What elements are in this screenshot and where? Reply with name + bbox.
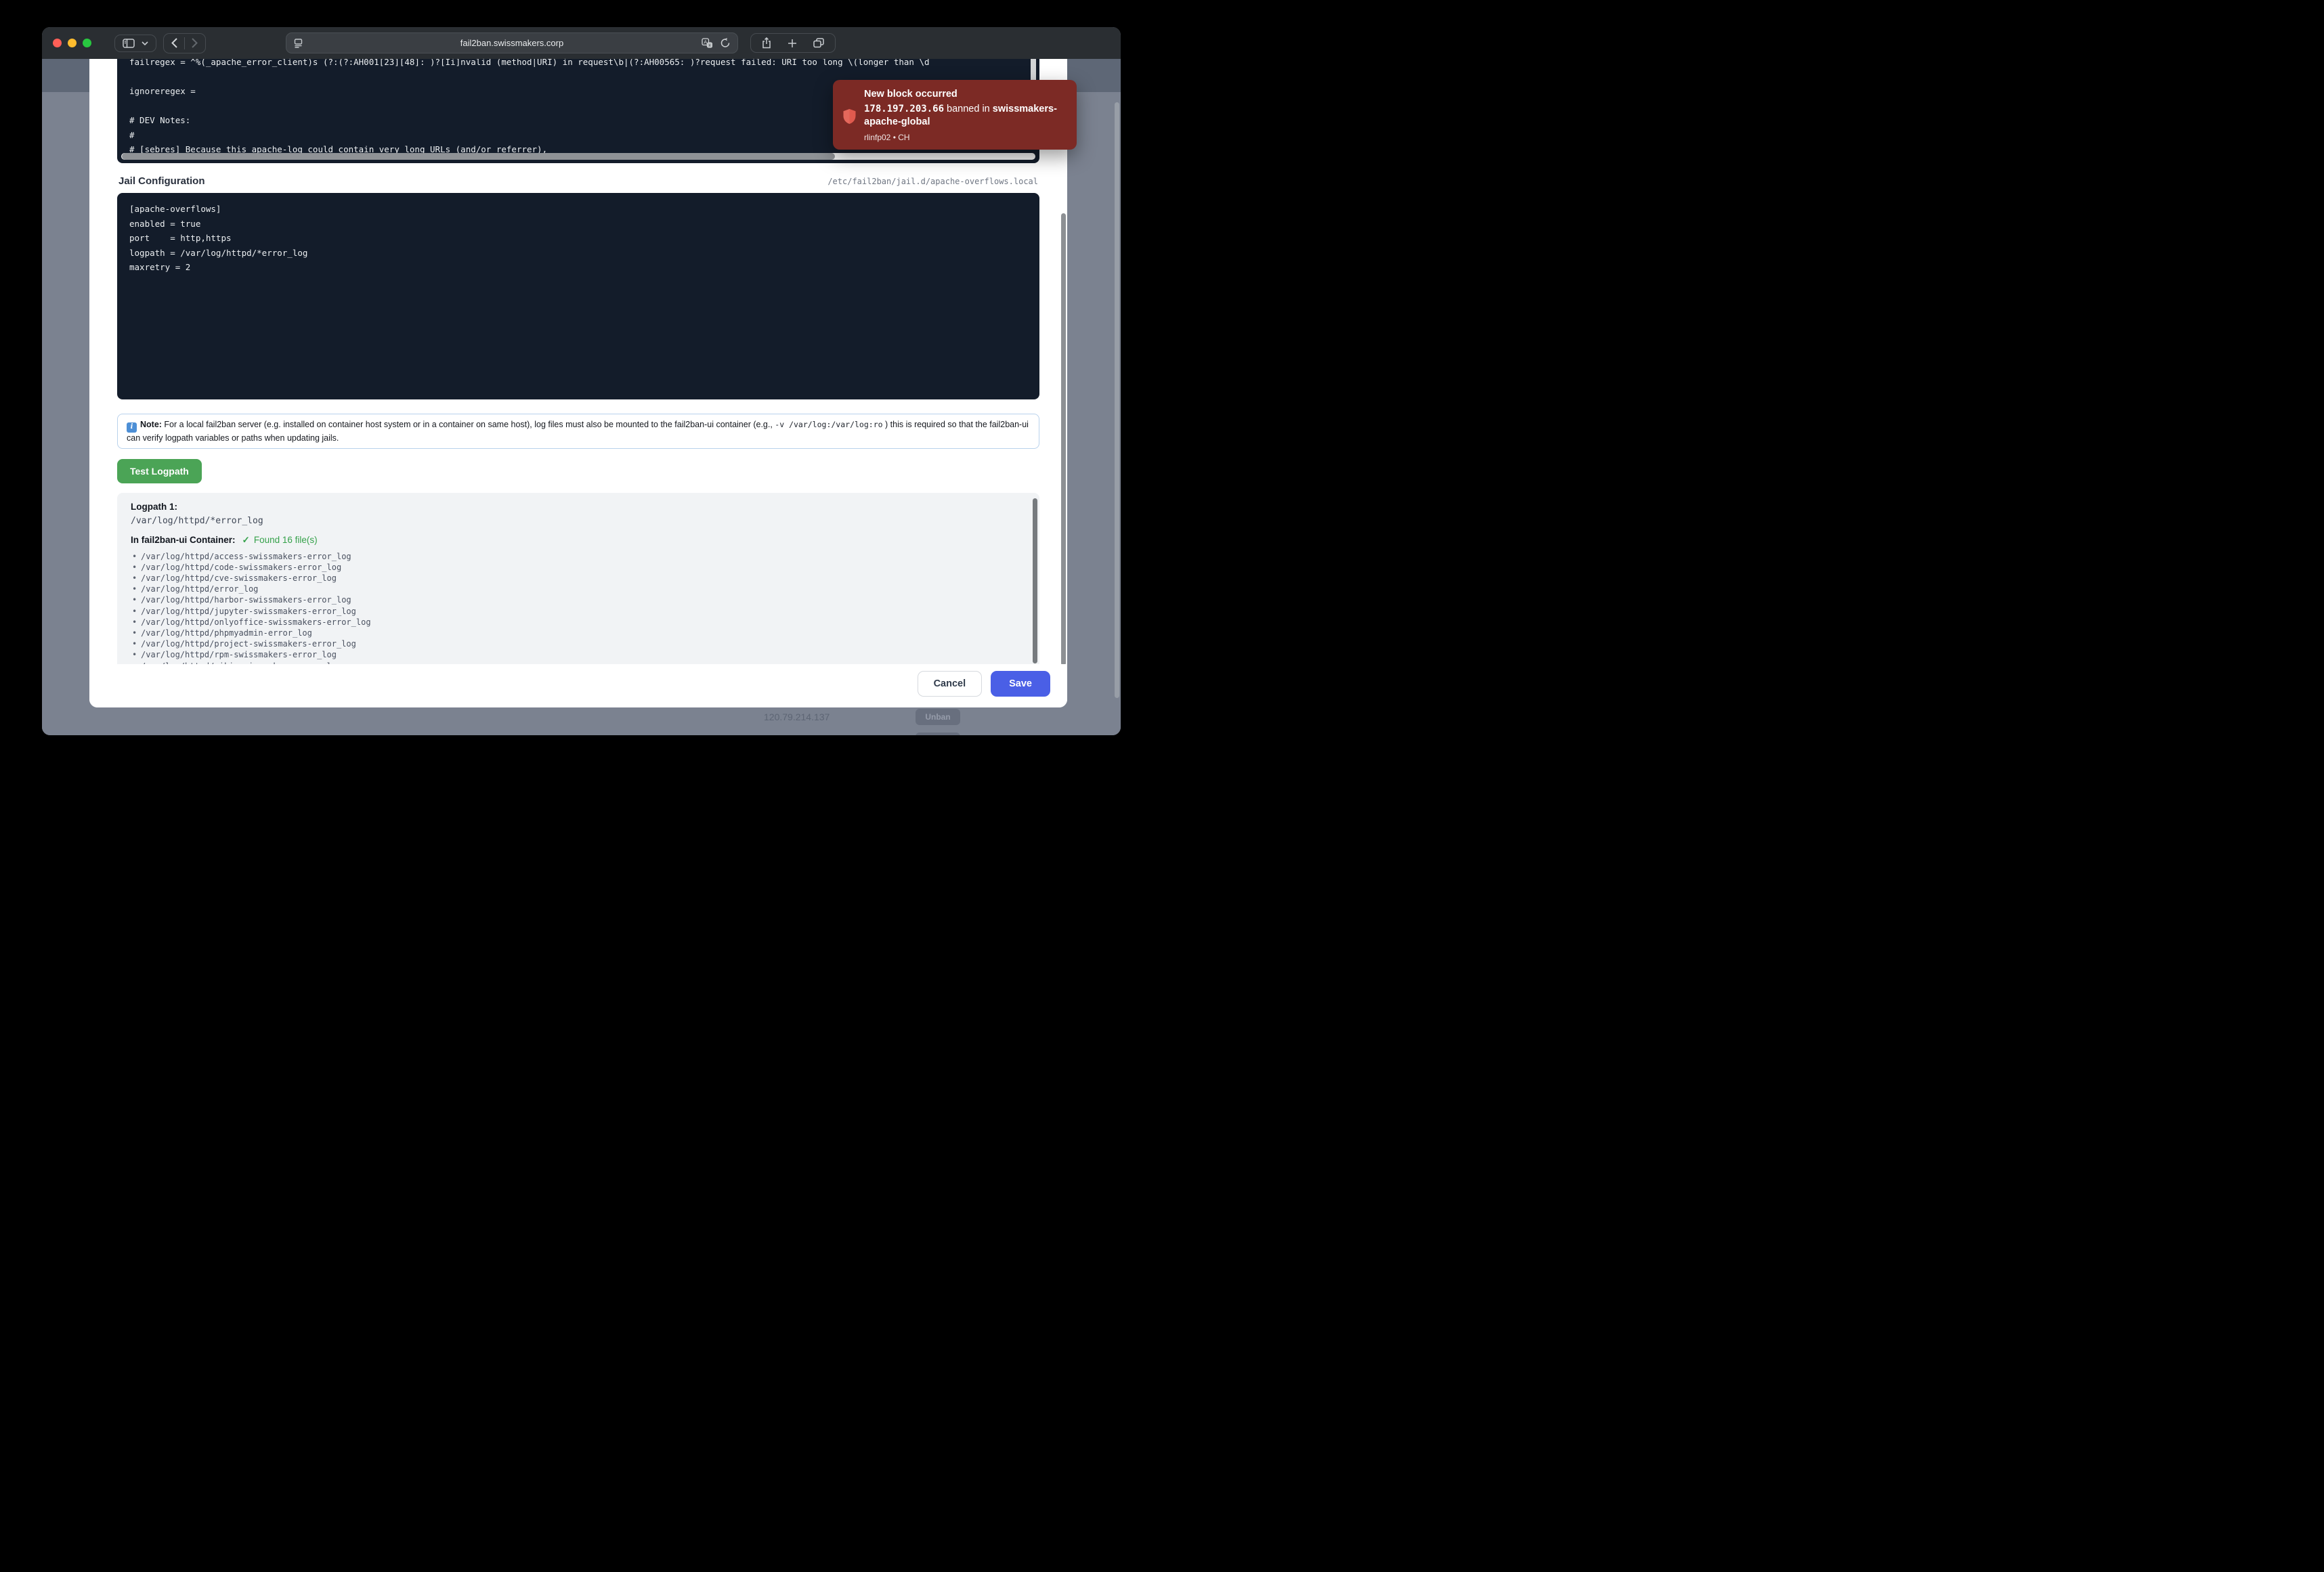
browser-titlebar: fail2ban.swissmakers.corp A x [42,27,1121,59]
info-icon: i [127,422,137,433]
code-line: port = http,https [129,231,1027,246]
file-list-item: /var/log/httpd/cve-swissmakers-error_log [131,573,1026,584]
traffic-lights [53,39,91,47]
new-tab-icon[interactable] [788,39,797,48]
toast-message: 178.197.203.66 banned in swissmakers-apa… [864,103,1066,129]
code-line: logpath = /var/log/httpd/*error_log [129,246,1027,261]
filter-editor-hscrollbar[interactable] [121,153,1035,160]
minimize-window-button[interactable] [68,39,77,47]
found-files-list: /var/log/httpd/access-swissmakers-error_… [131,551,1026,665]
translate-icon[interactable]: A x [702,38,712,48]
shield-icon [842,90,857,142]
check-icon: ✓ [242,535,250,546]
block-notification-toast[interactable]: New block occurred 178.197.203.66 banned… [833,80,1077,150]
logpath-test-results: Logpath 1: /var/log/httpd/*error_log In … [117,493,1039,665]
jail-config-title: Jail Configuration [119,175,205,187]
jail-config-code: [apache-overflows]enabled = trueport = h… [129,202,1027,275]
jail-config-path: /etc/fail2ban/jail.d/apache-overflows.lo… [827,177,1038,186]
page-scrollbar[interactable] [1115,102,1119,698]
file-list-item: /var/log/httpd/jupyter-swissmakers-error… [131,606,1026,617]
modal-scroll-area[interactable]: failregex = ^%(_apache_error_client)s (?… [89,59,1067,664]
toast-message-mid: banned in [944,104,993,114]
svg-text:A: A [704,39,707,45]
nav-divider [184,37,185,49]
nav-buttons-group [163,33,206,53]
file-list-item: /var/log/httpd/access-swissmakers-error_… [131,551,1026,562]
note-text-before: For a local fail2ban server (e.g. instal… [162,420,775,429]
back-button[interactable] [171,38,177,48]
code-line: failregex = ^%(_apache_error_client)s (?… [129,59,1027,70]
file-list-item: /var/log/httpd/rpm-swissmakers-error_log [131,649,1026,660]
share-icon[interactable] [762,37,771,49]
toast-ip: 178.197.203.66 [864,104,944,114]
note-code: -v /var/log:/var/log:ro [775,420,882,429]
file-list-item: /var/log/httpd/error_log [131,584,1026,594]
unban-button-clipped[interactable] [916,733,960,735]
hscrollbar-thumb[interactable] [122,153,835,160]
unban-button[interactable]: Unban [916,709,960,725]
tab-overview-icon[interactable] [813,38,824,48]
jail-config-editor[interactable]: [apache-overflows]enabled = trueport = h… [117,193,1039,399]
browser-window: fail2ban.swissmakers.corp A x [42,27,1121,735]
code-line: enabled = true [129,217,1027,232]
address-bar[interactable]: fail2ban.swissmakers.corp A x [286,32,738,53]
cancel-button[interactable]: Cancel [918,671,983,697]
toast-meta: rlinfp02 • CH [864,133,1066,142]
zoom-window-button[interactable] [83,39,91,47]
mount-note: iNote: For a local fail2ban server (e.g.… [117,414,1039,449]
modal-scrollbar-thumb[interactable] [1061,213,1066,664]
jail-config-header: Jail Configuration /etc/fail2ban/jail.d/… [119,175,1038,187]
page-settings-icon[interactable] [294,39,303,48]
banned-ip-text: 120.79.214.137 [764,712,830,722]
container-label: In fail2ban-ui Container: [131,535,236,545]
chevron-down-icon [142,41,148,45]
sidebar-icon [123,39,135,48]
svg-text:x: x [709,43,711,47]
forward-button[interactable] [192,38,198,48]
dimmed-page-rows: 120.79.214.137 Unban [42,707,1121,735]
toast-title: New block occurred [864,89,1066,100]
code-line: [apache-overflows] [129,202,1027,217]
file-list-item: /var/log/httpd/project-swissmakers-error… [131,638,1026,649]
reload-icon[interactable] [720,38,730,48]
file-list-item: /var/log/httpd/phpmyadmin-error_log [131,628,1026,638]
results-scrollbar[interactable] [1033,498,1037,663]
file-list-item: /var/log/httpd/wiki-swissmakers-error_lo… [131,661,1026,664]
sidebar-toggle-group[interactable] [114,35,156,52]
file-list-item: /var/log/httpd/onlyoffice-swissmakers-er… [131,617,1026,628]
edit-jail-modal: failregex = ^%(_apache_error_client)s (?… [89,59,1067,707]
logpath-label: Logpath 1: [131,502,1026,512]
note-label: Note: [140,420,162,429]
logpath-value: /var/log/httpd/*error_log [131,516,1026,526]
file-list-item: /var/log/httpd/harbor-swissmakers-error_… [131,594,1026,605]
close-window-button[interactable] [53,39,62,47]
test-logpath-button[interactable]: Test Logpath [117,459,202,483]
code-line: maxretry = 2 [129,260,1027,275]
save-button[interactable]: Save [991,671,1050,697]
url-text: fail2ban.swissmakers.corp [460,38,563,48]
modal-footer: Cancel Save [89,664,1067,707]
file-list-item: /var/log/httpd/code-swissmakers-error_lo… [131,562,1026,573]
page-area: 120.79.214.137 Unban failregex = ^%(_apa… [42,59,1121,735]
files-found-status: Found 16 file(s) [254,535,318,545]
window-actions-group [750,33,836,53]
